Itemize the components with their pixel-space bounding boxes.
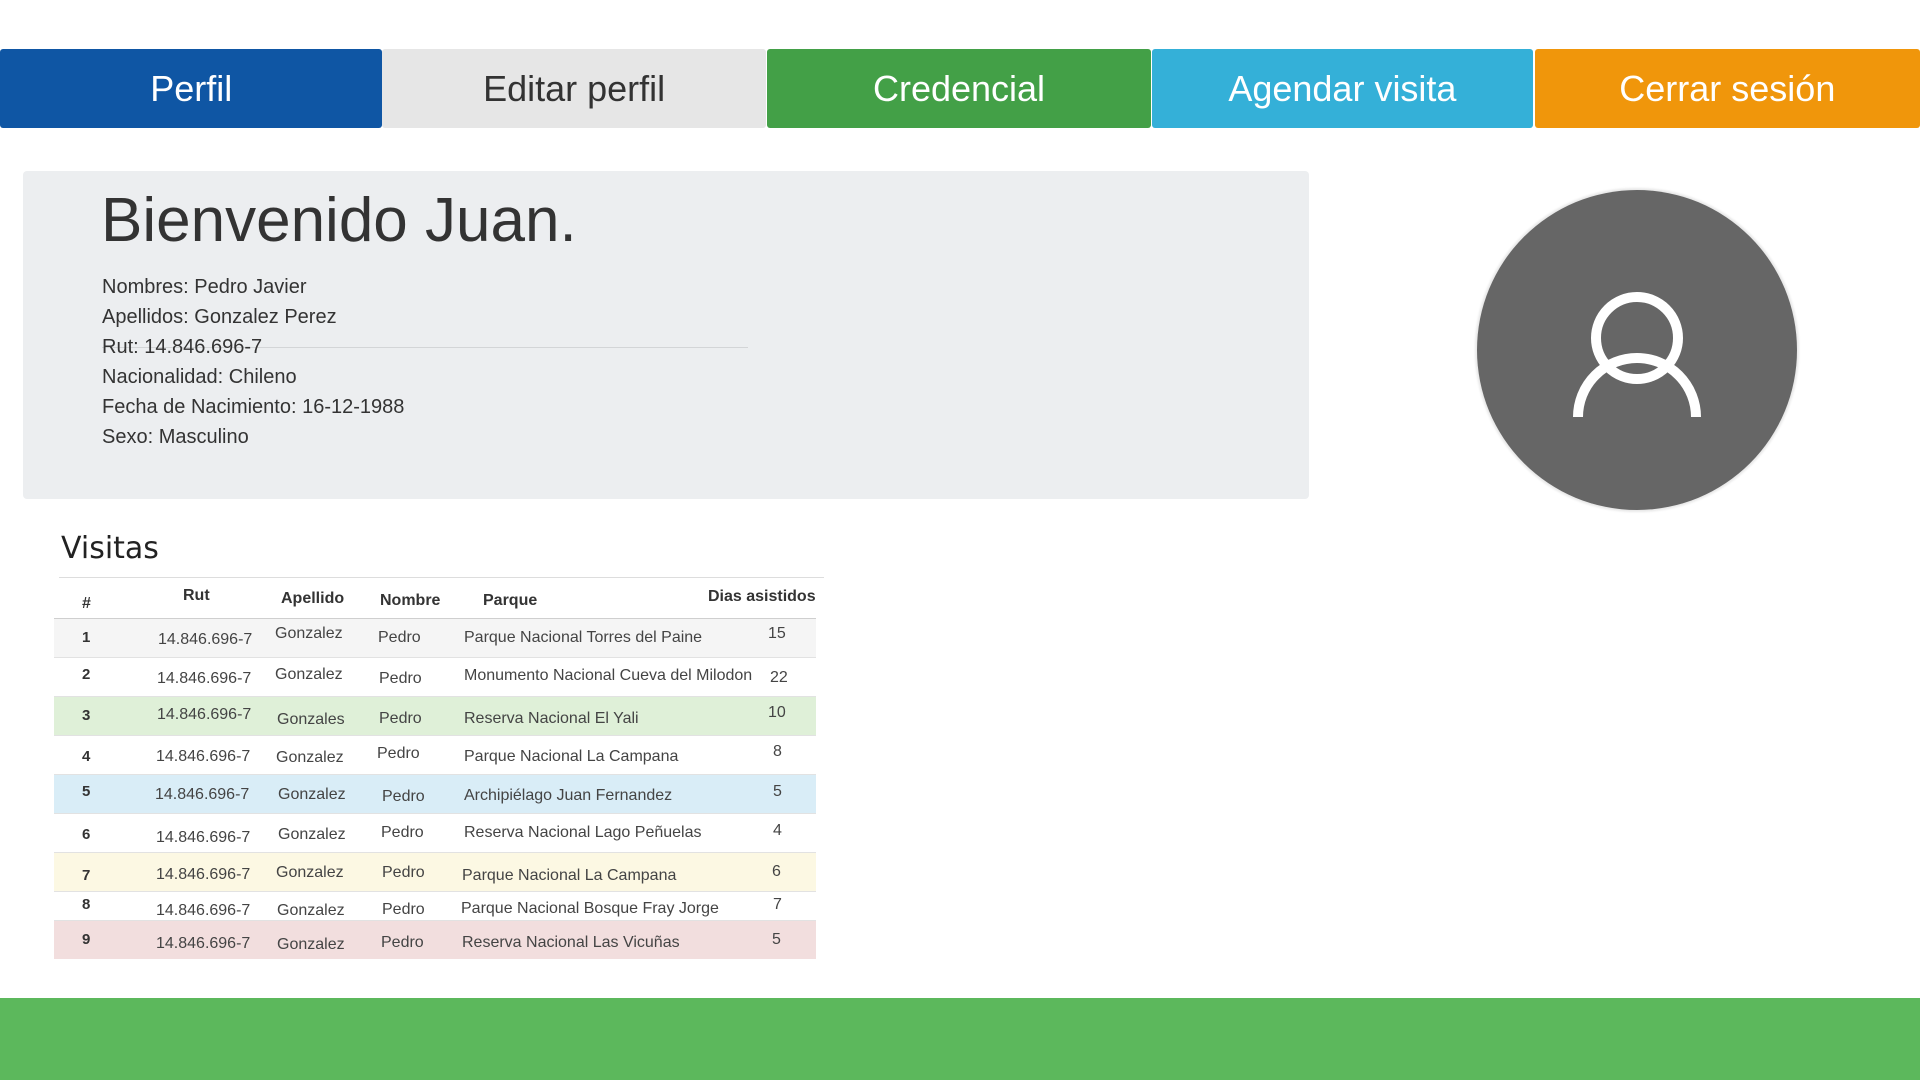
cell-num: 5 — [82, 783, 91, 800]
cell-apellido: Gonzalez — [275, 625, 343, 642]
column-header-num: # — [82, 595, 91, 612]
agendar-visita-button[interactable]: Agendar visita — [1152, 49, 1533, 128]
cell-nombre: Pedro — [378, 629, 421, 646]
cell-num: 1 — [82, 629, 91, 646]
user-icon — [1573, 292, 1701, 418]
cell-dias: 22 — [770, 669, 788, 686]
cell-apellido: Gonzalez — [277, 902, 345, 919]
cell-dias: 5 — [772, 931, 781, 948]
fecha-nacimiento-text: Fecha de Nacimiento: 16-12-1988 — [102, 396, 405, 418]
cell-dias: 6 — [772, 863, 781, 880]
cell-num: 6 — [82, 826, 91, 843]
table-row: 9 14.846.696-7 Gonzalez Pedro Reserva Na… — [54, 921, 816, 959]
table-row: 7 14.846.696-7 Gonzalez Pedro Parque Nac… — [54, 853, 816, 892]
cell-parque: Reserva Nacional Las Vicuñas — [462, 934, 680, 951]
rut-text: Rut: 14.846.696-7 — [102, 336, 263, 358]
editar-perfil-button[interactable]: Editar perfil — [382, 49, 766, 128]
cell-rut: 14.846.696-7 — [157, 670, 252, 687]
cell-rut: 14.846.696-7 — [156, 866, 251, 883]
cell-dias: 5 — [773, 783, 782, 800]
table-row: 4 14.846.696-7 Gonzalez Pedro Parque Nac… — [54, 736, 816, 775]
cell-apellido: Gonzalez — [278, 826, 346, 843]
table-row: 8 14.846.696-7 Gonzalez Pedro Parque Nac… — [54, 892, 816, 921]
cell-num: 8 — [82, 896, 91, 913]
cell-rut: 14.846.696-7 — [155, 786, 250, 803]
cell-rut: 14.846.696-7 — [157, 706, 252, 723]
cell-rut: 14.846.696-7 — [156, 902, 251, 919]
cell-num: 9 — [82, 931, 91, 948]
welcome-heading: Bienvenido Juan. — [101, 186, 577, 255]
cell-dias: 8 — [773, 743, 782, 760]
cell-nombre: Pedro — [377, 745, 420, 762]
credencial-button[interactable]: Credencial — [766, 49, 1152, 128]
cell-dias: 15 — [768, 625, 786, 642]
cell-apellido: Gonzalez — [276, 749, 344, 766]
cell-nombre: Pedro — [382, 901, 425, 918]
nacionalidad-text: Nacionalidad: Chileno — [102, 366, 297, 388]
cell-apellido: Gonzales — [277, 711, 345, 728]
cell-nombre: Pedro — [381, 824, 424, 841]
cell-apellido: Gonzalez — [278, 786, 346, 803]
cell-num: 2 — [82, 666, 91, 683]
cell-nombre: Pedro — [382, 788, 425, 805]
footer-bar — [0, 998, 1920, 1080]
sexo-text: Sexo: Masculino — [102, 426, 249, 448]
cell-parque: Reserva Nacional El Yali — [464, 710, 639, 727]
column-header-rut: Rut — [183, 587, 210, 604]
table-row: 1 14.846.696-7 Gonzalez Pedro Parque Nac… — [54, 619, 816, 658]
visitas-table: # Rut Apellido Nombre Parque Dias asisti… — [54, 578, 816, 959]
cell-nombre: Pedro — [382, 864, 425, 881]
cell-parque: Parque Nacional Torres del Paine — [464, 629, 703, 646]
profile-info: Nombres: Pedro Javier Apellidos: Gonzale… — [102, 272, 404, 452]
cell-nombre: Pedro — [379, 670, 422, 687]
cell-apellido: Gonzalez — [276, 864, 344, 881]
cell-nombre: Pedro — [381, 934, 424, 951]
cell-dias: 10 — [768, 704, 786, 721]
cell-parque: Monumento Nacional Cueva del Milodon — [464, 667, 753, 684]
table-row: 3 14.846.696-7 Gonzales Pedro Reserva Na… — [54, 697, 816, 736]
column-header-nombre: Nombre — [380, 592, 441, 609]
cell-rut: 14.846.696-7 — [158, 631, 253, 648]
table-header: # Rut Apellido Nombre Parque Dias asisti… — [54, 578, 816, 619]
visitas-heading: Visitas — [61, 531, 159, 566]
cell-parque: Reserva Nacional Lago Peñuelas — [464, 824, 702, 841]
cell-apellido: Gonzalez — [275, 666, 343, 683]
perfil-button[interactable]: Perfil — [0, 49, 383, 128]
table-row: 6 14.846.696-7 Gonzalez Pedro Reserva Na… — [54, 814, 816, 853]
cell-parque: Parque Nacional La Campana — [462, 867, 677, 884]
cell-rut: 14.846.696-7 — [156, 829, 251, 846]
cell-parque: Archipiélago Juan Fernandez — [464, 787, 673, 804]
table-row: 2 14.846.696-7 Gonzalez Pedro Monumento … — [54, 658, 816, 697]
cell-rut: 14.846.696-7 — [156, 748, 251, 765]
column-header-parque: Parque — [483, 592, 538, 609]
cell-parque: Parque Nacional Bosque Fray Jorge — [461, 900, 719, 917]
cell-num: 3 — [82, 707, 91, 724]
cell-rut: 14.846.696-7 — [156, 935, 251, 952]
cell-num: 4 — [82, 748, 91, 765]
cell-nombre: Pedro — [379, 710, 422, 727]
column-header-dias: Dias asistidos — [708, 588, 816, 605]
cell-dias: 7 — [773, 896, 782, 913]
cell-num: 7 — [82, 867, 91, 884]
cell-dias: 4 — [773, 822, 782, 839]
column-header-apellido: Apellido — [281, 590, 345, 607]
profile-panel: Bienvenido Juan. Nombres: Pedro Javier A… — [23, 171, 1309, 499]
cell-parque: Parque Nacional La Campana — [464, 748, 679, 765]
cerrar-sesion-button[interactable]: Cerrar sesión — [1534, 49, 1920, 128]
cell-apellido: Gonzalez — [277, 936, 345, 953]
apellidos-text: Apellidos: Gonzalez Perez — [102, 306, 337, 328]
top-navbar: Perfil Editar perfil Credencial Agendar … — [0, 49, 1920, 128]
avatar — [1477, 190, 1797, 510]
table-row: 5 14.846.696-7 Gonzalez Pedro Archipiéla… — [54, 775, 816, 814]
nombres-text: Nombres: Pedro Javier — [102, 276, 307, 298]
